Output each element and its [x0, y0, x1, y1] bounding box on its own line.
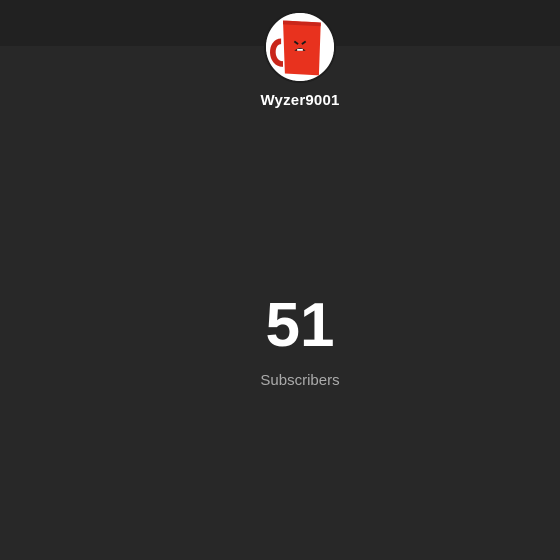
subscriber-count: 51 [265, 291, 335, 360]
red-mug-character-icon [266, 13, 334, 81]
subscriber-label: Subscribers [260, 372, 340, 389]
channel-avatar[interactable] [264, 11, 336, 83]
channel-name[interactable]: Wyzer9001 [0, 92, 560, 109]
